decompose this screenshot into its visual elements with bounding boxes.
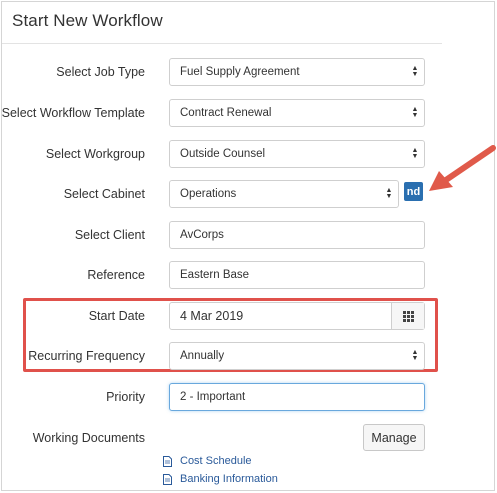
select-caret-icon: ▲ ▼ <box>411 65 419 78</box>
client-input[interactable]: AvCorps <box>169 221 425 249</box>
select-caret-icon: ▲ ▼ <box>411 349 419 362</box>
priority-input[interactable]: 2 - Important <box>169 383 425 411</box>
document-name: Cost Schedule <box>180 455 252 467</box>
title-divider <box>2 43 442 44</box>
workgroup-select[interactable]: Outside Counsel ▲ ▼ <box>169 140 425 168</box>
priority-label: Priority <box>106 390 145 404</box>
document-link[interactable]: Banking Information <box>163 473 278 485</box>
start-date-label: Start Date <box>88 309 145 323</box>
start-date-input[interactable]: 4 Mar 2019 <box>169 302 425 330</box>
select-caret-icon: ▲ ▼ <box>411 147 419 160</box>
select-caret-icon: ▲ ▼ <box>411 106 419 119</box>
priority-value: 2 - Important <box>180 391 246 403</box>
recurring-frequency-label: Recurring Frequency <box>28 349 145 363</box>
panel-title: Start New Workflow <box>12 11 163 30</box>
calendar-button[interactable] <box>391 303 424 329</box>
calendar-grid-icon <box>402 310 414 322</box>
working-documents-label: Working Documents <box>32 431 145 445</box>
document-name: Banking Information <box>180 473 278 485</box>
reference-value: Eastern Base <box>180 269 250 281</box>
document-icon <box>163 473 172 485</box>
recurring-frequency-select[interactable]: Annually ▲ ▼ <box>169 342 425 370</box>
workflow-template-label: Select Workflow Template <box>1 106 145 120</box>
workgroup-value: Outside Counsel <box>180 148 266 160</box>
arrow-annotation-icon <box>429 145 496 191</box>
client-label: Select Client <box>74 228 145 242</box>
client-value: AvCorps <box>180 229 224 241</box>
workgroup-label: Select Workgroup <box>45 147 145 161</box>
cabinet-select[interactable]: Operations ▲ ▼ <box>169 180 399 208</box>
document-link[interactable]: Cost Schedule <box>163 455 252 467</box>
reference-input[interactable]: Eastern Base <box>169 261 425 289</box>
cabinet-side-button[interactable]: nd <box>404 182 423 201</box>
workflow-template-select[interactable]: Contract Renewal ▲ ▼ <box>169 99 425 127</box>
recurring-frequency-value: Annually <box>180 350 225 362</box>
select-caret-icon: ▲ ▼ <box>385 187 393 200</box>
start-date-value: 4 Mar 2019 <box>180 309 244 323</box>
job-type-value: Fuel Supply Agreement <box>180 66 300 78</box>
cabinet-label: Select Cabinet <box>63 187 145 201</box>
document-icon <box>163 455 172 467</box>
manage-documents-button[interactable]: Manage <box>363 424 425 451</box>
reference-label: Reference <box>87 268 145 282</box>
cabinet-value: Operations <box>180 188 237 200</box>
workflow-template-value: Contract Renewal <box>180 107 272 119</box>
job-type-select[interactable]: Fuel Supply Agreement ▲ ▼ <box>169 58 425 86</box>
job-type-label: Select Job Type <box>56 65 145 79</box>
